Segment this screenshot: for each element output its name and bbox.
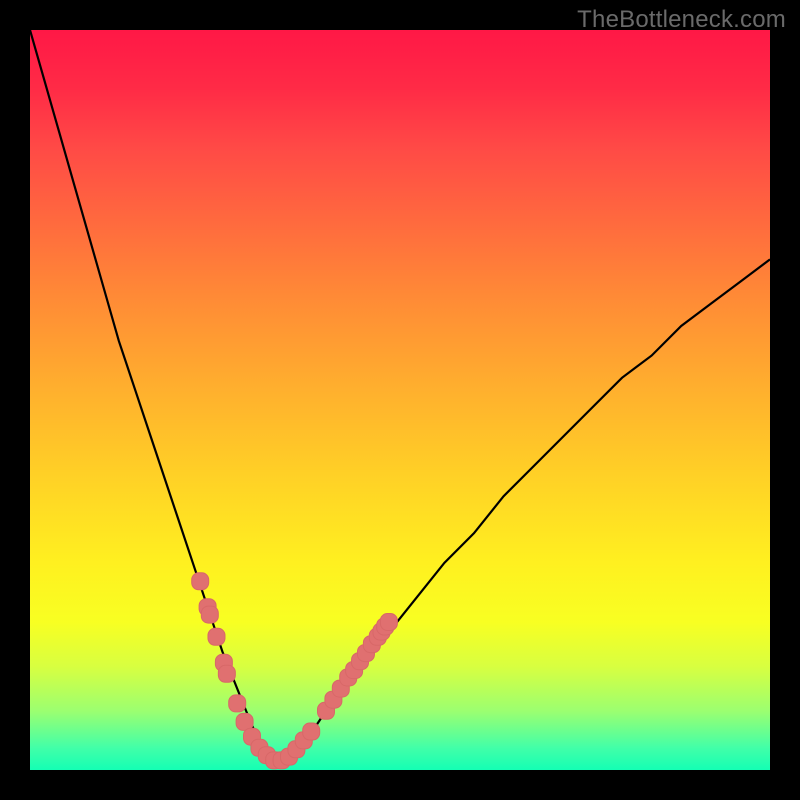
curve-marker — [208, 628, 225, 645]
curve-marker — [192, 573, 209, 590]
curve-marker — [229, 695, 246, 712]
curve-marker — [218, 665, 235, 682]
plot-area — [30, 30, 770, 770]
chart-frame: TheBottleneck.com — [0, 0, 800, 800]
curve-marker — [201, 606, 218, 623]
bottleneck-curve — [30, 30, 770, 763]
watermark-text: TheBottleneck.com — [577, 6, 786, 34]
curve-marker — [303, 723, 320, 740]
chart-svg — [30, 30, 770, 770]
curve-marker — [380, 614, 397, 631]
marker-group — [192, 573, 398, 769]
